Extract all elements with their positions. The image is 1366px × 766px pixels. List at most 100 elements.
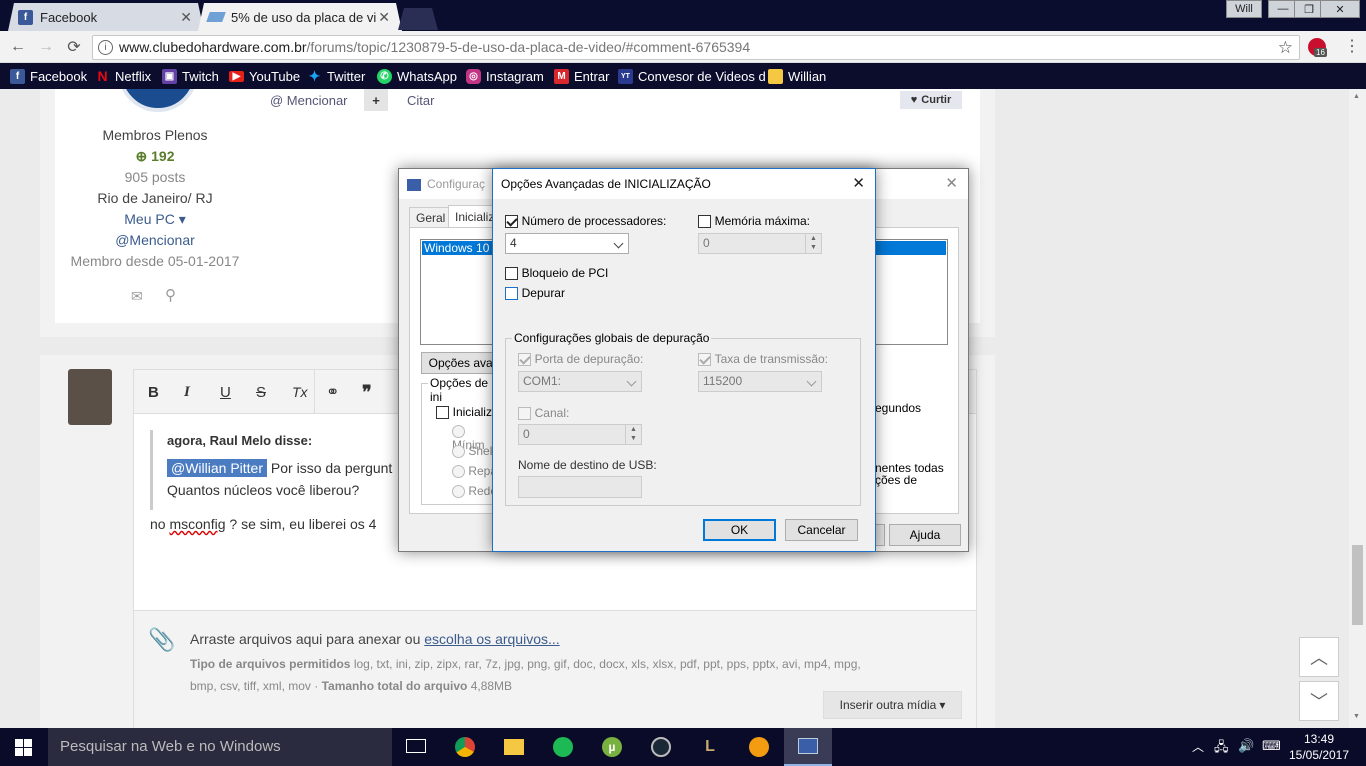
app-icon[interactable] (749, 737, 769, 757)
keyboard-icon[interactable]: ⌨ (1262, 738, 1281, 754)
utorrent-icon[interactable]: µ (602, 737, 622, 757)
steam-icon[interactable] (651, 737, 671, 757)
scroll-up-arrow-icon[interactable]: ▲ (1353, 93, 1360, 100)
total-value: 4,88MB (467, 679, 513, 693)
reload-icon[interactable]: ⟳ (64, 37, 84, 57)
reply-text[interactable]: no msconfig ? se sim, eu liberei os 4 (150, 516, 376, 532)
quote-icon[interactable]: ❞ (362, 382, 372, 403)
link-icon[interactable]: ⚭ (326, 382, 339, 402)
author-info: Membros Plenos ⊕ 192 905 posts Rio de Ja… (55, 125, 255, 272)
cancel-button[interactable]: Cancelar (785, 519, 858, 541)
debug-port-checkbox[interactable] (518, 353, 531, 367)
max-memory-checkbox[interactable] (698, 215, 711, 229)
menu-icon[interactable]: ⋮ (1344, 37, 1360, 57)
extension-icon[interactable]: 16 (1308, 38, 1327, 57)
bookmark-netflix[interactable]: N Netflix (95, 67, 151, 85)
close-icon[interactable]: ✕ (180, 9, 192, 26)
new-tab-button[interactable] (398, 8, 438, 30)
bookmark-entrar[interactable]: M Entrar (554, 67, 609, 85)
taskbar-msconfig[interactable] (784, 728, 832, 766)
volume-icon[interactable]: 🔊 (1238, 738, 1254, 754)
envelope-icon[interactable]: ✉ (131, 288, 143, 305)
bookmarks-bar: f Facebook N Netflix ▣ Twitch ▶ YouTube ✦ Twi… (0, 63, 1366, 89)
close-icon[interactable]: ✕ (945, 169, 958, 199)
spin-down-icon[interactable]: ▼ (625, 434, 641, 444)
my-pc-label: Meu PC (124, 211, 175, 227)
baud-rate-checkbox[interactable] (698, 353, 711, 367)
league-icon[interactable]: L (700, 737, 720, 757)
chrome-icon[interactable] (455, 737, 475, 757)
file-explorer-icon[interactable] (504, 739, 524, 755)
radio-shell[interactable] (452, 445, 465, 459)
usb-target-input[interactable] (518, 476, 642, 498)
bookmark-willian[interactable]: Willian (768, 67, 826, 85)
bookmark-whatsapp[interactable]: ✆ WhatsApp (377, 67, 457, 85)
debug-checkbox[interactable] (505, 287, 518, 301)
bookmark-converter[interactable]: YT Convesor de Videos d (618, 67, 766, 85)
search-icon[interactable]: ⚲ (165, 286, 176, 304)
address-bar[interactable]: i www.clubedohardware.com.br/forums/topi… (92, 35, 1300, 60)
task-view-icon[interactable] (406, 739, 426, 753)
clear-format-button[interactable]: Tx (292, 384, 308, 400)
spin-down-icon[interactable]: ▼ (805, 243, 821, 253)
scroll-up-button[interactable]: ︿ (1299, 637, 1339, 677)
attachment-area[interactable]: 📎 Arraste arquivos aqui para anexar ou e… (134, 610, 976, 728)
num-processors-checkbox[interactable] (505, 215, 518, 229)
mention-chip[interactable]: @Willian Pitter (167, 459, 268, 477)
bold-button[interactable]: B (148, 384, 159, 401)
search-placeholder: Pesquisar na Web e no Windows (60, 738, 281, 755)
taskbar-search[interactable]: Pesquisar na Web e no Windows (48, 728, 392, 766)
baud-rate-select[interactable]: 115200 (698, 371, 822, 392)
ok-button[interactable]: OK (703, 519, 776, 541)
like-button[interactable]: ♥ Curtir (900, 91, 962, 109)
start-button[interactable] (0, 728, 47, 766)
channel-input[interactable]: 0 ▲ ▼ (518, 424, 642, 445)
choose-files-link[interactable]: escolha os arquivos... (424, 631, 559, 647)
bookmark-youtube[interactable]: ▶ YouTube (229, 67, 300, 85)
scroll-down-arrow-icon[interactable]: ▼ (1353, 713, 1360, 720)
max-memory-input[interactable]: 0 ▲ ▼ (698, 233, 822, 254)
quote-button[interactable]: Citar (407, 93, 434, 108)
tab-geral[interactable]: Geral (409, 207, 453, 228)
safe-boot-checkbox[interactable] (436, 406, 449, 420)
bookmark-star-icon[interactable]: ☆ (1278, 36, 1293, 59)
close-window-button[interactable]: ✕ (1320, 0, 1360, 18)
pci-lock-checkbox[interactable] (505, 267, 518, 281)
close-icon[interactable]: ✕ (378, 9, 390, 26)
network-icon[interactable]: 🖧 (1214, 738, 1229, 760)
member-since: Membro desde 05-01-2017 (70, 253, 240, 269)
forward-icon[interactable]: → (36, 37, 56, 57)
clock[interactable]: 13:49 15/05/2017 (1286, 731, 1352, 763)
num-processors-select[interactable]: 4 (505, 233, 629, 254)
bookmark-twitch[interactable]: ▣ Twitch (162, 67, 219, 85)
strike-button[interactable]: S (256, 384, 266, 401)
bookmark-facebook[interactable]: f Facebook (10, 67, 87, 85)
spotify-icon[interactable] (553, 737, 573, 757)
user-avatar[interactable] (68, 369, 112, 425)
radio-repair[interactable] (452, 465, 465, 479)
tab-forum[interactable]: 5% de uso da placa de vi ✕ (198, 3, 402, 31)
mention-button[interactable]: @ Mencionar (270, 93, 348, 108)
chevron-up-icon[interactable]: ︿ (1192, 738, 1204, 755)
page-scrollbar[interactable]: ▲ ▼ (1349, 89, 1366, 728)
help-button[interactable]: Ajuda (889, 524, 961, 546)
add-quote-button[interactable]: + (364, 89, 388, 111)
radio-network[interactable] (452, 485, 465, 499)
underline-button[interactable]: U (220, 384, 231, 401)
back-icon[interactable]: ← (8, 37, 28, 57)
info-icon[interactable]: i (98, 40, 113, 55)
bookmark-twitter[interactable]: ✦ Twitter (307, 67, 366, 85)
radio-minimal[interactable] (452, 425, 465, 439)
italic-button[interactable]: I (184, 384, 190, 401)
debug-port-select[interactable]: COM1: (518, 371, 642, 392)
mention-link[interactable]: @Mencionar (55, 230, 255, 251)
profile-button[interactable]: Will (1226, 0, 1262, 18)
scroll-down-button[interactable]: ﹀ (1299, 681, 1339, 721)
channel-checkbox[interactable] (518, 407, 531, 421)
scrollbar-thumb[interactable] (1352, 545, 1363, 625)
my-pc-link[interactable]: Meu PC ▾ (55, 209, 255, 230)
tab-facebook[interactable]: f Facebook ✕ (8, 3, 204, 31)
insert-media-button[interactable]: Inserir outra mídia ▾ (823, 691, 962, 719)
close-icon[interactable]: ✕ (852, 169, 865, 199)
bookmark-instagram[interactable]: ◎ Instagram (466, 67, 544, 85)
